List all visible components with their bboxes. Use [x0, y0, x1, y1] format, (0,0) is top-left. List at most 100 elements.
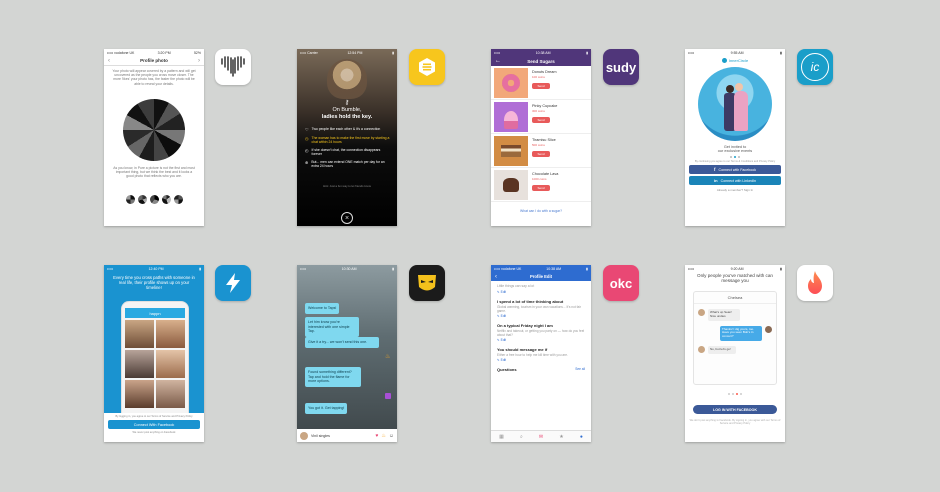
chat-bubble: Welcome to Taps!	[305, 303, 340, 314]
pattern-swatch[interactable]	[149, 195, 159, 204]
taps-footer: Vinil singles ♥ ♨ ☺	[297, 429, 397, 442]
list-item: Tiramisu Slice 500 coins Send	[491, 134, 591, 168]
key-icon: ⚷	[344, 100, 350, 106]
questions-row: Questions See all	[497, 367, 585, 372]
happn-timeline-intro-screen: ••••• 12:40 PM ▮ Every time you cross pa…	[104, 265, 204, 442]
hero-illustration	[698, 67, 772, 141]
page-title: Profile photo	[140, 58, 168, 63]
profile-photo-pattern[interactable]	[123, 99, 185, 161]
chat-row: What's up Sean! Nice undies	[694, 304, 776, 321]
pattern-swatches	[104, 195, 204, 204]
innercircle-welcome-screen: ••••• 9:55 AM ▮ InnerCircle Get invited …	[685, 49, 785, 226]
login-facebook-button[interactable]: LOG IN WITH FACEBOOK	[693, 405, 777, 414]
profile-thumb	[156, 350, 185, 378]
sugar-list: Donuts Dream 100 coins Send Pinky Cupcak…	[491, 66, 591, 202]
avatar	[698, 309, 705, 316]
essay-section: You should message me if Either a free h…	[497, 347, 585, 362]
sign-in-link[interactable]: Already a member? Sign In	[685, 188, 785, 192]
status-bar: ••••• vodafone UK 10:38 AM ▮	[494, 266, 588, 271]
headline: Only people you've matched with can mess…	[697, 273, 773, 284]
tab-profile-icon[interactable]: ●	[580, 434, 583, 440]
status-bar: ••••• vodafone UK 3:20 PM 52%	[107, 50, 201, 55]
connect-facebook-button[interactable]: f Connect with Facebook	[689, 165, 781, 174]
intro-text: Your photo will appear covered by a patt…	[112, 69, 196, 86]
grindr-taps-screen: ••••• 10:30 AM ▮ Welcome to Taps! Let hi…	[297, 265, 397, 442]
bottom-panel: By logging in, you agree to our Terms of…	[104, 413, 204, 442]
send-button[interactable]: Send	[532, 185, 550, 191]
ic-icon	[721, 57, 727, 63]
send-button[interactable]: Send	[532, 117, 550, 123]
footnote: Hint: Just a fun way to let friends know	[323, 184, 371, 188]
profile-thumb	[125, 380, 154, 408]
tinder-messaging-intro-screen: ••••• 9:20 AM ▮ Only people you've match…	[685, 265, 785, 442]
back-icon[interactable]: ←	[495, 58, 501, 64]
see-all-link[interactable]: See all	[575, 367, 585, 372]
hero-photo	[327, 59, 367, 99]
avatar	[765, 325, 772, 333]
point-item: ◴ If she doesn't chat, the connection di…	[305, 148, 381, 156]
points-list: ♡ Two people like each other & it's a co…	[305, 127, 391, 172]
connect-facebook-button[interactable]: Connect With Facebook	[108, 420, 200, 429]
tab-messages-icon[interactable]: ✉	[539, 434, 543, 440]
pattern-swatch[interactable]	[161, 195, 171, 204]
sugar-help-link[interactable]: What can I do with a sugar?	[491, 209, 591, 213]
chat-row: Thanks! I dig yours, too. Have you seen …	[694, 321, 776, 341]
happn-profile-photo-screen: ••••• vodafone UK 3:20 PM 52% ‹ Profile …	[104, 49, 204, 226]
lava-cake-image	[494, 170, 528, 200]
status-bar: ••••• 10:30 AM ▮	[300, 266, 394, 271]
chat-bubble: Let him know you're interested with one …	[305, 317, 359, 337]
sudy-logo: sudy	[603, 49, 639, 85]
chat-bubble: Found something different? Tap and hold …	[305, 367, 361, 387]
profile-thumb	[125, 320, 154, 348]
brand-header: InnerCircle	[685, 56, 785, 64]
facebook-icon: f	[713, 167, 716, 172]
pattern-swatch[interactable]	[125, 195, 135, 204]
edit-link[interactable]: ✎ Edit	[497, 338, 585, 342]
chat-bubble: You got it. Get tapping!	[305, 403, 348, 414]
pattern-swatch[interactable]	[173, 195, 183, 204]
carousel-dots	[685, 393, 785, 395]
tab-favorites-icon[interactable]: ★	[559, 434, 563, 440]
forward-icon[interactable]: ›	[198, 58, 200, 64]
cupcake-image	[494, 102, 528, 132]
point-item: ♡ Two people like each other & it's a co…	[305, 127, 381, 132]
essay-section: On a typical Friday night I am Netflix a…	[497, 323, 585, 342]
status-bar: ••••• 9:20 AM ▮	[688, 266, 782, 271]
hive-icon	[409, 49, 445, 85]
page-title: Send Sugars	[527, 58, 555, 64]
tab-browse-icon[interactable]: ▦	[499, 434, 504, 440]
linkedin-icon: in	[714, 178, 718, 183]
header: ••••• vodafone UK 10:38 AM ▮ ‹ Profile E…	[491, 265, 591, 281]
back-icon[interactable]: ‹	[495, 274, 497, 280]
plus-icon: ⊕	[305, 160, 309, 165]
close-icon[interactable]: ×	[341, 212, 353, 224]
send-button[interactable]: Send	[532, 83, 550, 89]
heart-waves-icon	[215, 49, 251, 85]
tap-flame-icon[interactable]: ♨	[381, 433, 385, 439]
edit-link[interactable]: ✎ Edit	[497, 290, 585, 294]
nav-bar: ‹ Profile photo ›	[104, 56, 204, 66]
edit-link[interactable]: ✎ Edit	[497, 314, 585, 318]
heart-outline-icon: ♡	[305, 127, 309, 132]
bumble-intro-screen: ••••• Carrier 12:54 PM ▮ ⚷ On Bumble, la…	[297, 49, 397, 226]
okcupid-profile-edit-screen: ••••• vodafone UK 10:38 AM ▮ ‹ Profile E…	[491, 265, 591, 442]
tab-bar: ▦ ⌕ ✉ ★ ●	[491, 430, 591, 442]
profile-thumb	[156, 320, 185, 348]
edit-link[interactable]: ✎ Edit	[497, 358, 585, 362]
sudy-send-sugars-screen: ••••• 10:38 AM ▮ ← Send Sugars Donuts Dr…	[491, 49, 591, 226]
list-item: Donuts Dream 100 coins Send	[491, 66, 591, 100]
send-button[interactable]: Send	[532, 151, 550, 157]
emoji-icon	[385, 393, 391, 399]
back-icon[interactable]: ‹	[108, 58, 110, 64]
clock-icon: ◴	[305, 148, 309, 153]
headline: Every time you cross paths with someone …	[113, 275, 195, 291]
body-text: As you know, in Pure a picture is not th…	[113, 166, 195, 179]
pattern-swatch[interactable]	[137, 195, 147, 204]
connect-linkedin-button[interactable]: in Connect with LinkedIn	[689, 176, 781, 185]
tap-heart-icon[interactable]: ♥	[375, 433, 378, 439]
flame-icon	[797, 265, 833, 301]
point-item: ⊕ But... men can extend ONE match per da…	[305, 160, 385, 168]
flame-tap-icon[interactable]: ♨	[385, 353, 390, 360]
tap-smile-icon[interactable]: ☺	[389, 433, 394, 439]
tab-search-icon[interactable]: ⌕	[520, 434, 523, 440]
